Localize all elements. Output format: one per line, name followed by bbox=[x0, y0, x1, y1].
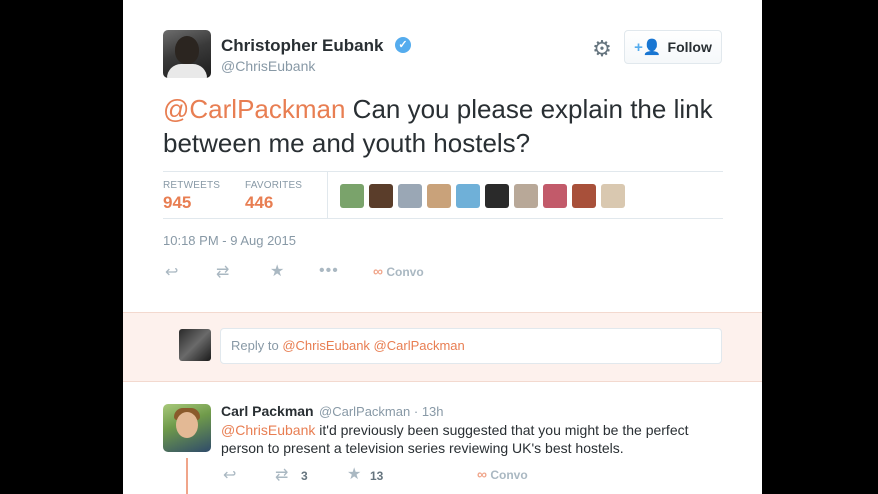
star-icon[interactable]: ★ bbox=[347, 464, 361, 484]
reply-placeholder: Reply to bbox=[231, 338, 283, 353]
verified-badge-icon: ✓ bbox=[395, 37, 411, 53]
thread-line bbox=[186, 458, 188, 494]
convo-button[interactable]: ∞ Convo bbox=[477, 466, 528, 482]
favoriter-avatar-4[interactable] bbox=[427, 184, 451, 208]
author-handle[interactable]: @ChrisEubank bbox=[221, 58, 315, 74]
retweet-icon[interactable]: ⇄ bbox=[216, 262, 229, 282]
convo-icon: ∞ bbox=[373, 263, 383, 279]
more-icon[interactable]: ••• bbox=[319, 262, 339, 280]
current-user-avatar bbox=[179, 329, 211, 361]
follow-label: Follow bbox=[667, 39, 712, 55]
reply-author-avatar[interactable] bbox=[163, 404, 211, 452]
favoriter-avatar-9[interactable] bbox=[572, 184, 596, 208]
gear-icon[interactable]: ⚙ bbox=[591, 38, 613, 60]
follow-button[interactable]: +👤 Follow bbox=[624, 30, 722, 64]
reply-mention-link[interactable]: @ChrisEubank bbox=[221, 422, 315, 438]
favoriter-avatar-8[interactable] bbox=[543, 184, 567, 208]
favoriters-list bbox=[340, 184, 625, 208]
favoriter-avatar-5[interactable] bbox=[456, 184, 480, 208]
tweet-timestamp[interactable]: 10:18 PM - 9 Aug 2015 bbox=[163, 233, 296, 248]
convo-icon: ∞ bbox=[477, 466, 487, 482]
avatar-face bbox=[176, 412, 198, 438]
divider bbox=[163, 171, 723, 172]
convo-button[interactable]: ∞ Convo bbox=[373, 263, 424, 279]
reply-mentions: @ChrisEubank @CarlPackman bbox=[282, 338, 465, 353]
reply-composer: Reply to @ChrisEubank @CarlPackman bbox=[123, 312, 762, 382]
reply-text: @ChrisEubank it'd previously been sugges… bbox=[221, 421, 721, 457]
retweet-icon[interactable]: ⇄ bbox=[275, 465, 288, 485]
author-avatar[interactable] bbox=[163, 30, 211, 78]
favoriter-avatar-2[interactable] bbox=[369, 184, 393, 208]
star-icon[interactable]: ★ bbox=[270, 261, 284, 281]
favoriter-avatar-7[interactable] bbox=[514, 184, 538, 208]
favoriter-avatar-6[interactable] bbox=[485, 184, 509, 208]
reply-separator: · bbox=[413, 404, 419, 419]
favorites-label: FAVORITES bbox=[245, 180, 303, 191]
avatar-shirt bbox=[167, 64, 207, 78]
favoriter-avatar-1[interactable] bbox=[340, 184, 364, 208]
retweets-count[interactable]: 945 bbox=[163, 193, 191, 213]
convo-label: Convo bbox=[490, 468, 528, 482]
add-user-icon: +👤 bbox=[634, 39, 662, 56]
reply-time[interactable]: 13h bbox=[422, 404, 444, 419]
retweets-label: RETWEETS bbox=[163, 180, 221, 191]
divider bbox=[163, 218, 723, 219]
stats-divider bbox=[327, 172, 328, 218]
reply-input[interactable]: Reply to @ChrisEubank @CarlPackman bbox=[220, 328, 722, 364]
reply-icon[interactable]: ↩ bbox=[165, 262, 178, 282]
author-name[interactable]: Christopher Eubank bbox=[221, 36, 383, 56]
tweet-card: Christopher Eubank ✓ @ChrisEubank ⚙ +👤 F… bbox=[123, 0, 762, 494]
tweet-text: @CarlPackman Can you please explain the … bbox=[163, 92, 723, 160]
reply-author-name[interactable]: Carl Packman bbox=[221, 403, 314, 419]
favoriter-avatar-3[interactable] bbox=[398, 184, 422, 208]
tweet-mention-link[interactable]: @CarlPackman bbox=[163, 94, 345, 124]
avatar-face bbox=[175, 36, 199, 64]
favorites-count[interactable]: 446 bbox=[245, 193, 273, 213]
convo-label: Convo bbox=[386, 265, 424, 279]
reply-author-handle[interactable]: @CarlPackman bbox=[319, 404, 410, 419]
reply-icon[interactable]: ↩ bbox=[223, 465, 236, 485]
reply-retweet-count: 3 bbox=[301, 469, 308, 483]
reply-meta: @CarlPackman · 13h bbox=[319, 404, 444, 419]
favoriter-avatar-10[interactable] bbox=[601, 184, 625, 208]
reply-favorite-count: 13 bbox=[370, 469, 384, 483]
